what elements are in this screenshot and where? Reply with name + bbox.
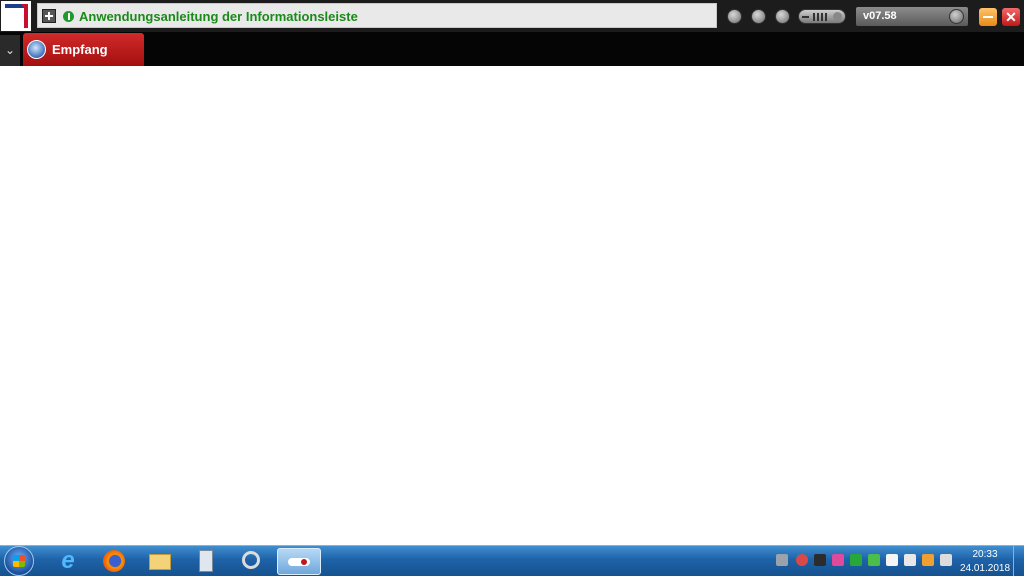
firefox-icon[interactable] [100, 549, 128, 573]
check-icon[interactable] [850, 554, 862, 566]
snipping-tool-icon[interactable] [238, 549, 266, 573]
volume-bars-icon [813, 13, 829, 21]
minus-icon [802, 16, 809, 18]
start-button[interactable] [4, 546, 34, 576]
version-label: v07.58 [863, 10, 897, 22]
active-app-button[interactable] [277, 548, 321, 575]
infobar-message-field[interactable]: Anwendungsanleitung der Informationsleis… [37, 3, 717, 28]
settings-icon[interactable] [775, 9, 790, 24]
speaker-icon[interactable] [940, 554, 952, 566]
app-tray-icon[interactable] [814, 554, 826, 566]
clock-date[interactable]: 24.01.2018 [958, 563, 1012, 574]
system-tray [776, 554, 956, 570]
paint-tray-icon[interactable] [832, 554, 844, 566]
device-icon[interactable] [904, 554, 916, 566]
infobar-text: Anwendungsanleitung der Informationsleis… [79, 9, 358, 24]
internet-explorer-icon[interactable]: e [54, 549, 82, 573]
power-icon[interactable] [949, 9, 964, 24]
close-button[interactable]: ✕ [1002, 8, 1020, 26]
version-display: v07.58 [856, 7, 968, 26]
globe-icon [27, 40, 46, 59]
info-bar: Anwendungsanleitung der Informationsleis… [0, 0, 1024, 32]
tab-strip: ⌄ Empfang [0, 32, 1024, 66]
show-desktop-button[interactable] [1013, 546, 1024, 576]
tab-label: Empfang [52, 42, 108, 57]
minimize-button[interactable] [979, 8, 997, 26]
file-explorer-icon[interactable] [146, 549, 174, 573]
volume-slider[interactable] [798, 9, 846, 24]
clock-time[interactable]: 20:33 [962, 549, 1008, 560]
calculator-icon[interactable] [192, 549, 220, 573]
taskbar: e 20:33 24.01.2018 [0, 545, 1024, 576]
security-icon[interactable] [796, 554, 808, 566]
download-icon[interactable] [727, 9, 742, 24]
plus-icon [833, 12, 842, 21]
user-icon[interactable] [751, 9, 766, 24]
tab-empfang[interactable]: Empfang [23, 33, 144, 66]
main-content [0, 66, 1024, 545]
expand-plus-icon[interactable] [42, 9, 56, 23]
chevron-down-icon[interactable]: ⌄ [0, 35, 20, 66]
network-icon[interactable] [776, 554, 788, 566]
shield-icon[interactable] [868, 554, 880, 566]
flag-icon[interactable] [886, 554, 898, 566]
app-logo [1, 1, 31, 31]
info-status-icon [63, 11, 74, 22]
power-tray-icon[interactable] [922, 554, 934, 566]
